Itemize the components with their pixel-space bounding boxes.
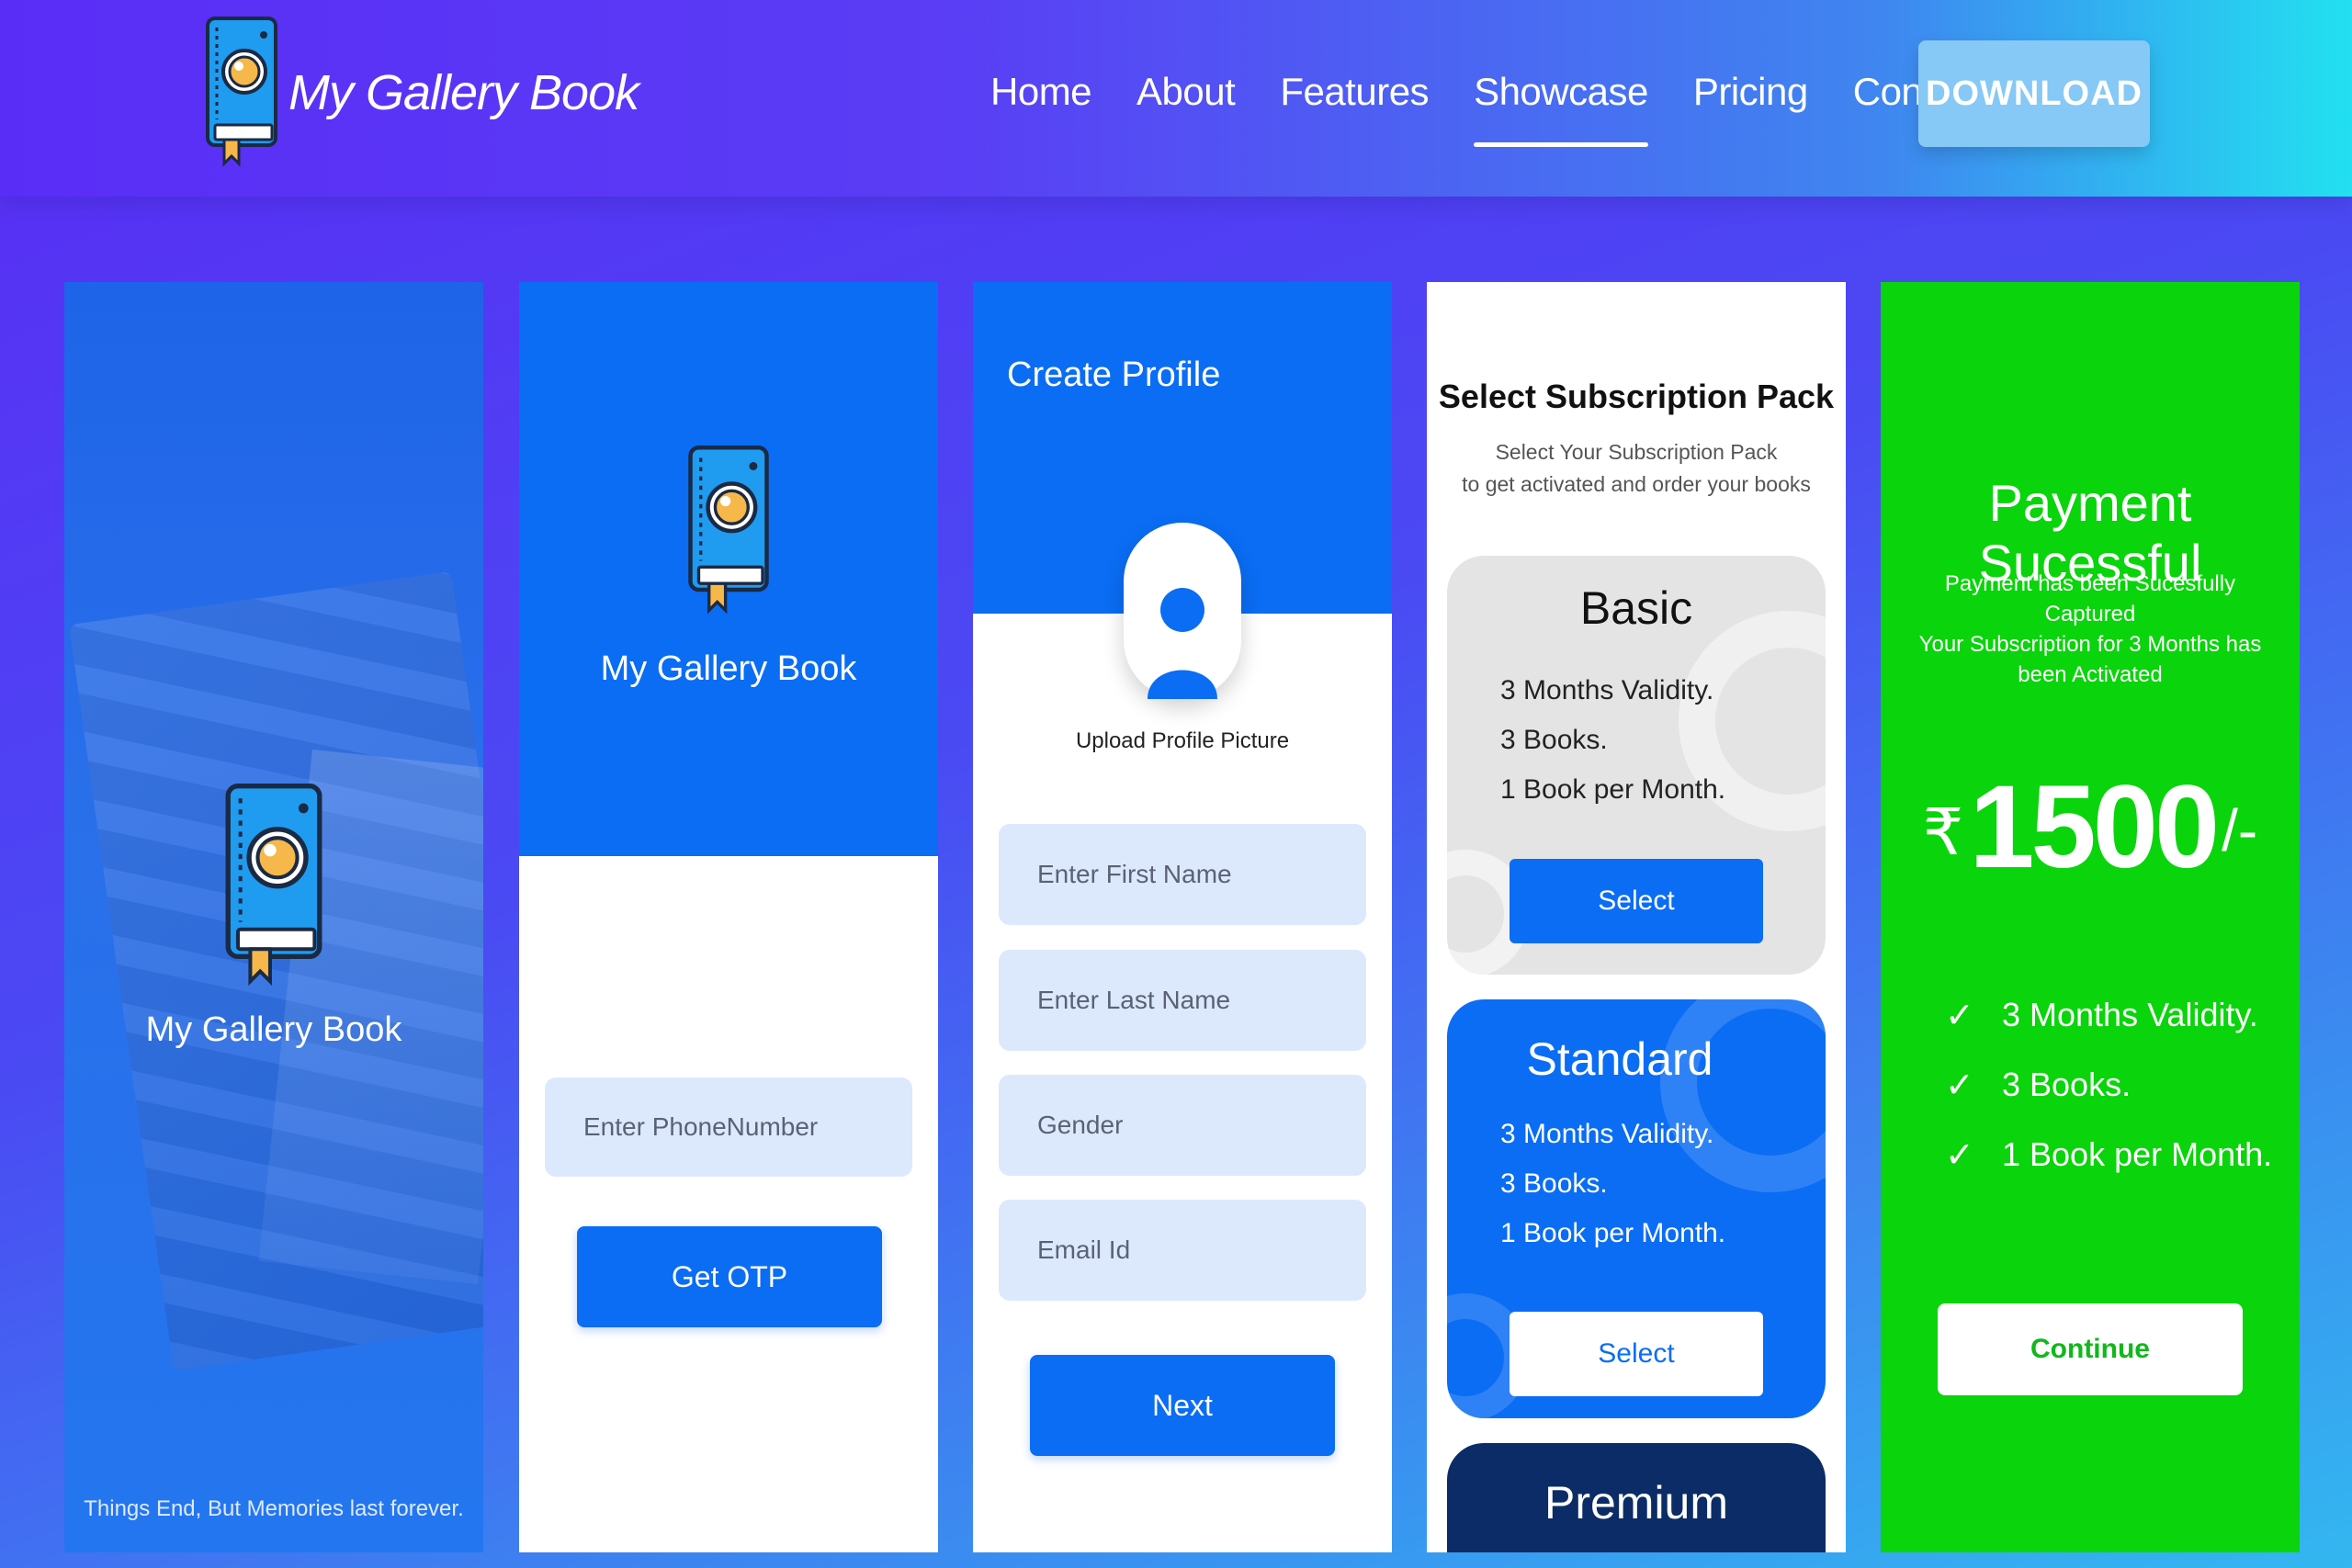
brand-name: My Gallery Book	[288, 64, 639, 120]
plan-features: 3 Months Validity. 3 Books. 1 Book per M…	[1500, 1110, 1725, 1258]
user-avatar-icon	[1148, 588, 1217, 699]
last-name-input[interactable]: Enter Last Name	[999, 950, 1366, 1051]
splash-screen: My Gallery Book Things End, But Memories…	[64, 282, 483, 1552]
plan-name: Standard	[1526, 1033, 1713, 1085]
main-menu: Home About Features Showcase Pricing Con…	[990, 64, 2028, 147]
plan-name: Premium	[1544, 1477, 1729, 1529]
amount-value: 1500	[1969, 761, 2220, 893]
plan-card-premium[interactable]: Premium	[1447, 1443, 1826, 1552]
check-icon: ✓	[1945, 1135, 1974, 1175]
subtitle-line-2: to get activated and order your books	[1462, 472, 1811, 496]
payment-message-line: Your Subscription for 3 Months has	[1918, 632, 2262, 657]
feature-row: ✓ 3 Months Validity.	[1945, 980, 2272, 1050]
nav-showcase[interactable]: Showcase	[1474, 64, 1648, 147]
plan-feature: 1 Book per Month.	[1500, 1218, 1726, 1248]
continue-button[interactable]: Continue	[1938, 1303, 2243, 1395]
check-icon: ✓	[1945, 1066, 1974, 1105]
feature-row: ✓ 1 Book per Month.	[1945, 1120, 2272, 1190]
plan-name: Basic	[1579, 582, 1693, 634]
subscription-title: Select Subscription Pack	[1438, 378, 1835, 415]
plan-feature: 1 Book per Month.	[1500, 774, 1726, 805]
upload-avatar-button[interactable]	[1124, 523, 1241, 699]
get-otp-button[interactable]: Get OTP	[577, 1226, 882, 1327]
brand-logo[interactable]: My Gallery Book	[204, 17, 639, 168]
feature-text: 3 Books.	[2002, 1066, 2132, 1103]
nav-pricing[interactable]: Pricing	[1693, 64, 1808, 119]
select-standard-button[interactable]: Select	[1510, 1312, 1763, 1396]
download-button[interactable]: DOWNLOAD	[1918, 40, 2150, 147]
check-icon: ✓	[1945, 996, 1974, 1035]
book-camera-icon	[204, 17, 279, 168]
payment-success-screen: Payment Sucessful Payment has been Suces…	[1881, 282, 2300, 1552]
plan-feature: 3 Months Validity.	[1500, 1119, 1714, 1149]
login-screen: My Gallery Book Enter PhoneNumber Get OT…	[519, 282, 938, 1552]
email-input[interactable]: Email Id	[999, 1200, 1366, 1301]
phone-number-input[interactable]: Enter PhoneNumber	[545, 1077, 912, 1177]
nav-features[interactable]: Features	[1280, 64, 1429, 119]
book-camera-icon	[686, 446, 771, 615]
payment-message-line: been Activated	[2018, 662, 2163, 687]
feature-text: 3 Months Validity.	[2002, 996, 2258, 1033]
plan-card-standard[interactable]: Standard 3 Months Validity. 3 Books. 1 B…	[1447, 999, 1826, 1418]
plan-feature: 3 Books.	[1500, 725, 1608, 755]
feature-row: ✓ 3 Books.	[1945, 1050, 2272, 1120]
login-app-name: My Gallery Book	[600, 649, 857, 688]
profile-title: Create Profile	[1007, 355, 1221, 394]
plan-feature: 3 Months Validity.	[1500, 675, 1714, 705]
amount-suffix: /-	[2222, 797, 2258, 863]
subscription-subtitle: Select Your Subscription Pack to get act…	[1427, 436, 1846, 501]
top-navbar: My Gallery Book Home About Features Show…	[0, 0, 2352, 197]
splash-app-name: My Gallery Book	[145, 1010, 402, 1049]
payment-message-line: Payment has been Sucesfully Captured	[1944, 571, 2236, 626]
currency-symbol: ₹	[1922, 796, 1964, 868]
nav-home[interactable]: Home	[990, 64, 1092, 119]
select-basic-button[interactable]: Select	[1510, 859, 1763, 943]
payment-message: Payment has been Sucesfully Captured You…	[1908, 569, 2272, 690]
plan-feature: 3 Books.	[1500, 1168, 1608, 1199]
subtitle-line-1: Select Your Subscription Pack	[1495, 440, 1778, 464]
nav-about[interactable]: About	[1136, 64, 1236, 119]
plan-features: 3 Months Validity. 3 Books. 1 Book per M…	[1500, 666, 1725, 815]
payment-amount: ₹1500/-	[1881, 760, 2300, 895]
splash-tagline: Things End, But Memories last forever.	[84, 1496, 464, 1521]
subscription-screen: Select Subscription Pack Select Your Sub…	[1427, 282, 1846, 1552]
payment-features: ✓ 3 Months Validity. ✓ 3 Books. ✓ 1 Book…	[1945, 980, 2272, 1190]
plan-card-basic[interactable]: Basic 3 Months Validity. 3 Books. 1 Book…	[1447, 556, 1826, 975]
gender-input[interactable]: Gender	[999, 1075, 1366, 1176]
feature-text: 1 Book per Month.	[2002, 1135, 2273, 1173]
create-profile-screen: Create Profile Upload Profile Picture En…	[973, 282, 1392, 1552]
upload-profile-label: Upload Profile Picture	[1075, 728, 1290, 753]
first-name-input[interactable]: Enter First Name	[999, 824, 1366, 925]
book-camera-icon	[222, 784, 325, 987]
next-button[interactable]: Next	[1030, 1355, 1335, 1456]
